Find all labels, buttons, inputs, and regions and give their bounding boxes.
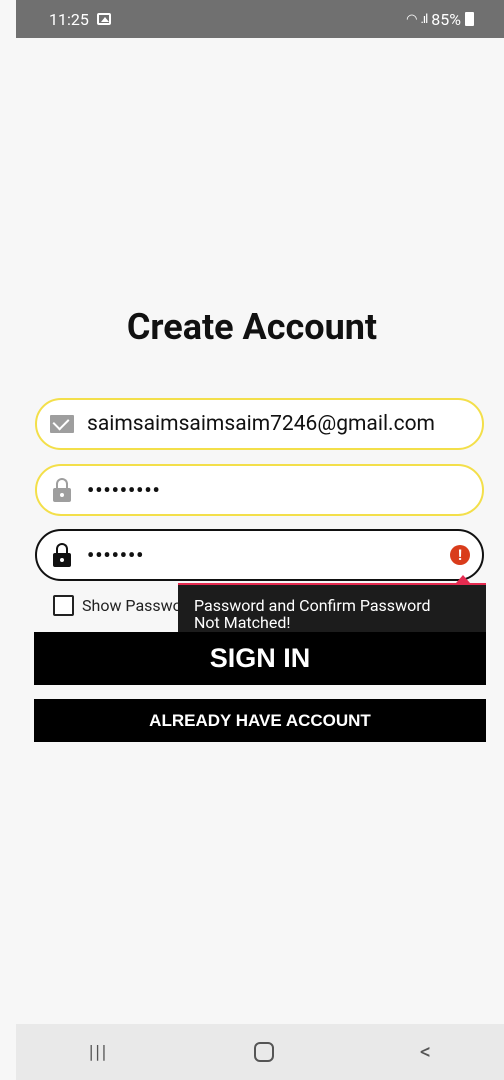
- wifi-icon: ◠: [406, 11, 417, 27]
- lock-icon: [53, 543, 71, 567]
- navigation-bar: ||| <: [16, 1024, 504, 1080]
- home-icon[interactable]: [254, 1042, 274, 1062]
- confirm-password-field[interactable]: !: [35, 529, 484, 581]
- show-password-checkbox[interactable]: [53, 595, 74, 616]
- error-icon[interactable]: !: [450, 545, 470, 565]
- confirm-password-input[interactable]: [87, 543, 447, 567]
- tooltip-arrow: [456, 575, 470, 583]
- email-input[interactable]: [87, 412, 447, 436]
- status-time: 11:25: [49, 9, 89, 29]
- error-message-line1: Password and Confirm Password: [194, 596, 431, 615]
- image-icon: [96, 13, 111, 25]
- show-password-toggle[interactable]: Show Password: [53, 595, 196, 616]
- error-message-line2: Not Matched!: [194, 613, 291, 632]
- email-field[interactable]: [35, 398, 484, 450]
- mail-icon: [50, 415, 74, 433]
- page-title: Create Account: [126, 306, 378, 348]
- battery-percent: 85%: [431, 9, 461, 29]
- status-bar: 11:25 ◠ .ıl 85%: [16, 0, 504, 38]
- error-tooltip: Password and Confirm Password Not Matche…: [178, 583, 486, 637]
- recent-apps-icon[interactable]: |||: [89, 1042, 108, 1063]
- already-have-account-button[interactable]: ALREADY HAVE ACCOUNT: [34, 699, 486, 742]
- password-field[interactable]: [35, 464, 484, 516]
- password-input[interactable]: [87, 478, 447, 502]
- signal-icon: .ıl: [420, 11, 428, 27]
- battery-icon: [465, 12, 474, 26]
- lock-icon: [53, 478, 71, 502]
- sign-in-button[interactable]: SIGN IN: [34, 632, 486, 685]
- back-icon[interactable]: <: [420, 1040, 431, 1065]
